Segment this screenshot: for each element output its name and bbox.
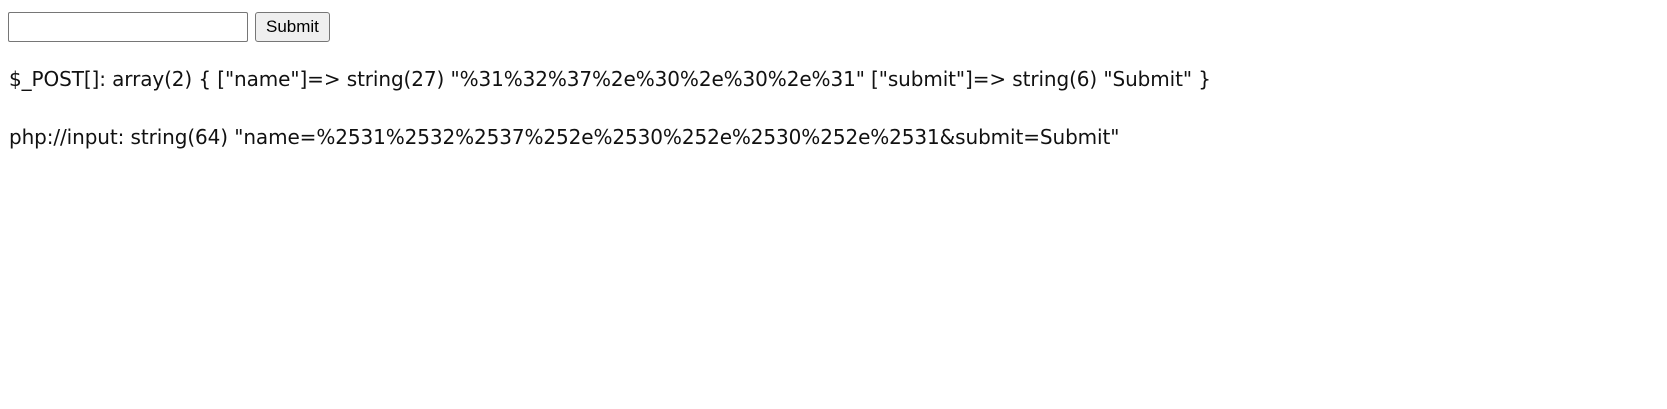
php-input-dump-text: php://input: string(64) "name=%2531%2532…	[9, 125, 1120, 149]
post-dump-text: $_POST[]: array(2) { ["name"]=> string(2…	[9, 67, 1211, 91]
post-form: Submit	[8, 12, 330, 42]
submit-button[interactable]: Submit	[255, 12, 330, 42]
name-input[interactable]	[8, 12, 248, 42]
